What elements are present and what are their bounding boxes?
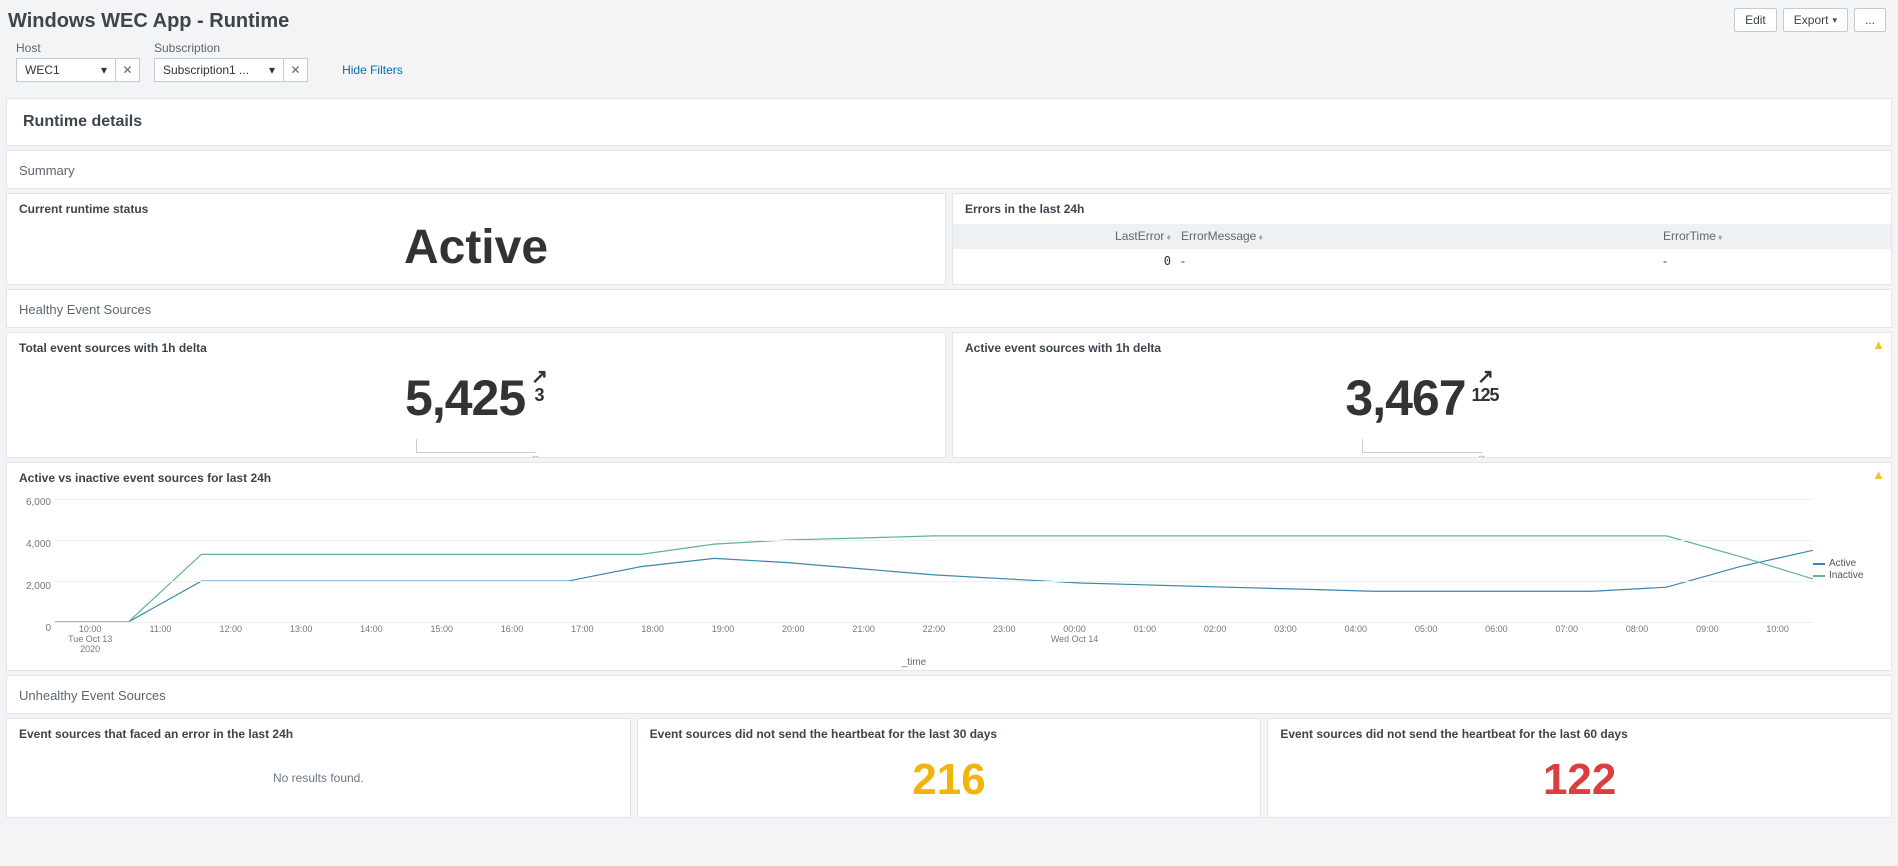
errors-table: LastError♦ ErrorMessage♦ ErrorTime♦ 0 - … xyxy=(953,224,1891,273)
legend-inactive: Inactive xyxy=(1813,570,1883,581)
runtime-status-value: Active xyxy=(7,224,945,284)
edit-button[interactable]: Edit xyxy=(1734,8,1777,32)
legend-swatch xyxy=(1813,575,1825,577)
filter-host-value: WEC1 xyxy=(25,63,60,77)
filter-subscription-select[interactable]: Subscription1 ... ▾ xyxy=(154,58,284,82)
errors-table-head: LastError♦ ErrorMessage♦ ErrorTime♦ xyxy=(953,224,1891,248)
card-heartbeat-30d: Event sources did not send the heartbeat… xyxy=(637,718,1262,818)
caret-down-icon: ▾ xyxy=(1832,15,1837,26)
active-sources-delta: 125 xyxy=(1472,385,1499,406)
card-runtime-status-title: Current runtime status xyxy=(7,194,945,224)
card-total-sources-title: Total event sources with 1h delta xyxy=(7,333,945,363)
dashboard: Runtime details Summary Current runtime … xyxy=(0,98,1898,838)
x-axis-title: _time xyxy=(15,657,1813,668)
filter-subscription-clear[interactable]: ✕ xyxy=(284,58,308,82)
chart-plot[interactable]: 6,0004,0002,0000 10:00Tue Oct 13202011:0… xyxy=(15,497,1813,662)
page-title: Windows WEC App - Runtime xyxy=(8,10,411,33)
sort-icon: ♦ xyxy=(1166,232,1171,242)
section-healthy: Healthy Event Sources xyxy=(6,289,1892,328)
filter-subscription-label: Subscription xyxy=(154,41,308,55)
legend-active: Active xyxy=(1813,558,1883,569)
cell-error-time: - xyxy=(1663,254,1883,268)
filter-host-clear[interactable]: ✕ xyxy=(116,58,140,82)
sort-icon: ♦ xyxy=(1258,232,1263,242)
card-runtime-status: Current runtime status Active xyxy=(6,193,946,285)
card-error-sources-24h: Event sources that faced an error in the… xyxy=(6,718,631,818)
col-error-message[interactable]: ErrorMessage♦ xyxy=(1181,229,1663,243)
total-sources-value: 5,425 ↗ 3 xyxy=(405,369,547,427)
card-error-sources-24h-title: Event sources that faced an error in the… xyxy=(7,719,630,749)
filter-host-label: Host xyxy=(16,41,140,55)
trend-up-icon: ↗ xyxy=(531,369,547,385)
heartbeat-60d-value: 122 xyxy=(1268,749,1891,817)
card-active-vs-inactive-chart: ▲ Active vs inactive event sources for l… xyxy=(6,462,1892,671)
section-unhealthy: Unhealthy Event Sources xyxy=(6,675,1892,714)
filters-row: Host WEC1 ▾ ✕ Subscription Subscription1… xyxy=(8,41,411,94)
warning-icon: ▲ xyxy=(1872,467,1885,482)
sparkline xyxy=(1362,439,1482,453)
col-last-error[interactable]: LastError♦ xyxy=(961,229,1181,243)
card-active-sources-title: Active event sources with 1h delta xyxy=(953,333,1891,363)
filter-subscription: Subscription Subscription1 ... ▾ ✕ xyxy=(154,41,308,82)
card-heartbeat-60d: Event sources did not send the heartbeat… xyxy=(1267,718,1892,818)
caret-down-icon: ▾ xyxy=(269,63,275,77)
chart-legend: Active Inactive xyxy=(1813,497,1883,662)
card-active-sources: ▲ Active event sources with 1h delta 3,4… xyxy=(952,332,1892,458)
panel-runtime-details: Runtime details xyxy=(6,98,1892,146)
top-actions: Edit Export▾ ... xyxy=(1734,8,1886,32)
filter-subscription-value: Subscription1 ... xyxy=(163,63,249,77)
chart-title: Active vs inactive event sources for las… xyxy=(7,463,1891,493)
card-errors-24h-title: Errors in the last 24h xyxy=(953,194,1891,224)
active-sources-value: 3,467 ↗ 125 xyxy=(1345,369,1498,427)
total-sources-delta: 3 xyxy=(535,385,544,406)
filter-host: Host WEC1 ▾ ✕ xyxy=(16,41,140,82)
close-icon: ✕ xyxy=(291,63,301,77)
legend-swatch xyxy=(1813,563,1825,565)
close-icon: ✕ xyxy=(122,63,132,77)
hide-filters-link[interactable]: Hide Filters xyxy=(342,63,403,77)
section-summary: Summary xyxy=(6,150,1892,189)
sparkline xyxy=(416,439,536,453)
more-button[interactable]: ... xyxy=(1854,8,1886,32)
no-results-text: No results found. xyxy=(7,749,630,807)
runtime-details-title: Runtime details xyxy=(7,99,1891,145)
cell-error-message: - xyxy=(1181,254,1663,268)
card-total-sources: Total event sources with 1h delta 5,425 … xyxy=(6,332,946,458)
caret-down-icon: ▾ xyxy=(101,63,107,77)
trend-up-icon: ↗ xyxy=(1477,369,1493,385)
card-heartbeat-30d-title: Event sources did not send the heartbeat… xyxy=(638,719,1261,749)
y-axis-labels: 6,0004,0002,0000 xyxy=(15,497,51,634)
table-row: 0 - - xyxy=(953,248,1891,273)
cell-last-error: 0 xyxy=(961,254,1181,268)
sort-icon: ♦ xyxy=(1718,232,1723,242)
heartbeat-30d-value: 216 xyxy=(638,749,1261,817)
card-errors-24h: Errors in the last 24h LastError♦ ErrorM… xyxy=(952,193,1892,285)
card-heartbeat-60d-title: Event sources did not send the heartbeat… xyxy=(1268,719,1891,749)
plot-area xyxy=(55,499,1813,622)
header: Windows WEC App - Runtime Host WEC1 ▾ ✕ … xyxy=(0,0,1898,94)
export-button[interactable]: Export▾ xyxy=(1783,8,1848,32)
col-error-time[interactable]: ErrorTime♦ xyxy=(1663,229,1883,243)
warning-icon: ▲ xyxy=(1872,337,1885,352)
filter-host-select[interactable]: WEC1 ▾ xyxy=(16,58,116,82)
